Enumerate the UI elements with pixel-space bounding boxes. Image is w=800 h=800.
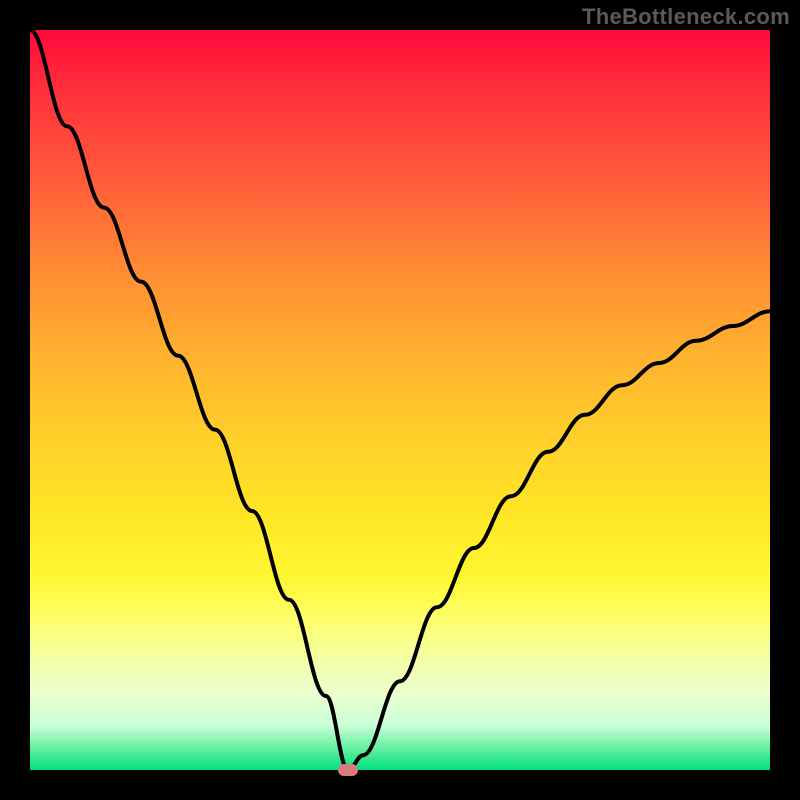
chart-frame: TheBottleneck.com [0,0,800,800]
curve-path [30,30,770,770]
watermark-text: TheBottleneck.com [582,4,790,30]
optimal-point-marker [338,764,358,776]
bottleneck-curve [30,30,770,770]
plot-area [30,30,770,770]
